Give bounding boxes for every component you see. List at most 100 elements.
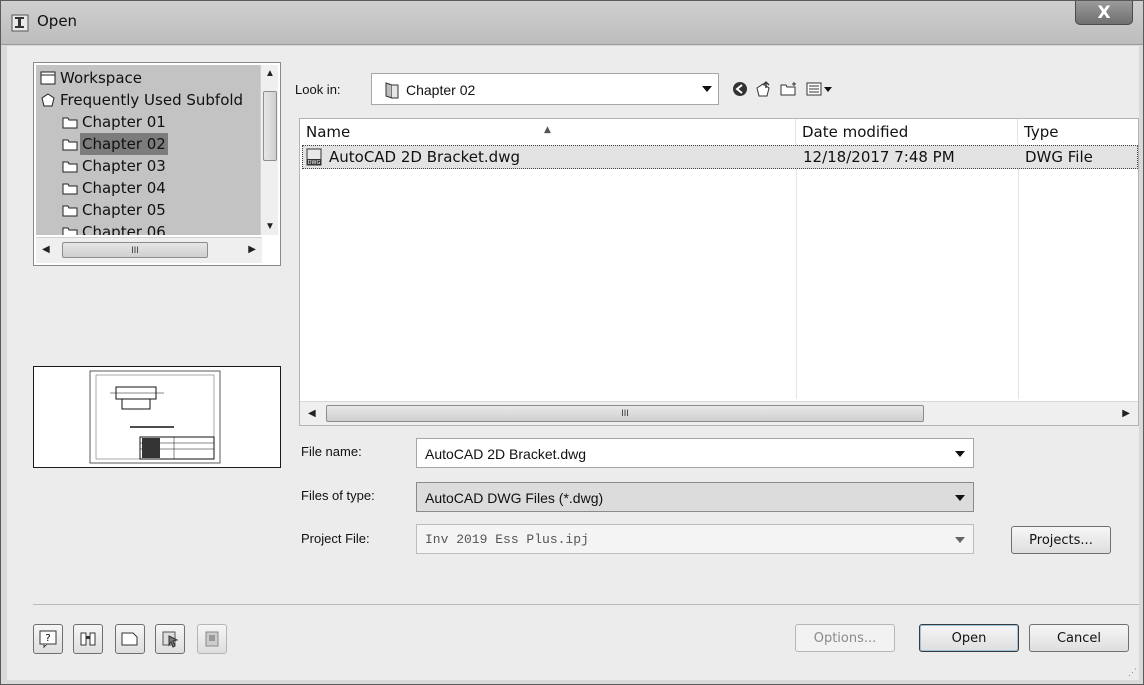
tree-item-label: Chapter 05	[82, 201, 166, 219]
tree-item-label: Workspace	[60, 69, 142, 87]
column-divider	[796, 143, 797, 399]
look-in-value: Chapter 02	[406, 82, 476, 98]
chevron-down-icon	[955, 495, 965, 501]
inventor-app-icon	[11, 14, 29, 32]
drawing-thumbnail	[89, 370, 221, 464]
tree-item-label: Chapter 02	[80, 133, 168, 155]
tree-item-label: Chapter 04	[82, 179, 166, 197]
folder-tree: Workspace Frequently Used Subfold Chapte…	[36, 65, 262, 235]
preview-toggle-icon	[121, 632, 138, 646]
folder-icon	[62, 183, 78, 195]
back-button[interactable]	[731, 80, 749, 98]
tree-item-workspace[interactable]: Workspace	[40, 67, 142, 89]
scroll-left-icon[interactable]: ◀	[308, 408, 316, 419]
scroll-down-icon[interactable]: ▼	[265, 221, 275, 232]
up-folder-icon	[756, 81, 770, 97]
column-header-type[interactable]: Type	[1018, 119, 1138, 143]
dwg-file-icon: DWG	[306, 148, 322, 166]
tree-vertical-scrollbar[interactable]: ▲ ▼	[260, 65, 278, 235]
folder-icon	[62, 139, 78, 151]
open-button[interactable]: Open	[919, 624, 1019, 652]
chevron-down-icon	[955, 537, 965, 543]
project-file-label: Project File:	[301, 531, 370, 546]
help-icon: ?	[39, 630, 57, 648]
files-of-type-label: Files of type:	[301, 488, 375, 503]
drawing-preview	[33, 366, 281, 468]
view-menu-button[interactable]	[805, 80, 835, 98]
tree-item-label: Chapter 03	[82, 157, 166, 175]
scroll-up-icon[interactable]: ▲	[265, 68, 275, 79]
tree-item-chapter-06[interactable]: Chapter 06	[62, 221, 166, 235]
locate-icon	[162, 631, 179, 648]
window-title: Open	[37, 12, 78, 30]
chevron-down-icon	[702, 86, 712, 92]
tree-item-chapter-01[interactable]: Chapter 01	[62, 111, 166, 133]
help-button[interactable]: ?	[33, 624, 63, 654]
file-list[interactable]: Name ▲ Date modified Type DWG AutoCAD 2D…	[299, 118, 1139, 426]
tree-item-chapter-05[interactable]: Chapter 05	[62, 199, 166, 221]
export-button	[197, 624, 227, 654]
project-file-dropdown: Inv 2019 Ess Plus.ipj	[416, 524, 974, 554]
file-date-cell: 12/18/2017 7:48 PM	[803, 148, 955, 166]
tree-item-chapter-04[interactable]: Chapter 04	[62, 177, 166, 199]
tree-item-label: Chapter 01	[82, 113, 166, 131]
column-header-label: Date modified	[802, 123, 909, 141]
file-list-horizontal-scrollbar[interactable]: ◀ III ▶	[300, 401, 1138, 425]
new-folder-icon	[780, 82, 796, 96]
file-row[interactable]: DWG AutoCAD 2D Bracket.dwg 12/18/2017 7:…	[302, 145, 1138, 169]
look-in-dropdown[interactable]: Chapter 02	[371, 73, 719, 105]
tree-item-label: Chapter 06	[82, 223, 166, 235]
column-header-label: Name	[306, 123, 351, 141]
folder-tree-panel: Workspace Frequently Used Subfold Chapte…	[33, 62, 281, 266]
close-button[interactable]: X	[1075, 1, 1133, 25]
column-header-date[interactable]: Date modified	[796, 119, 1018, 143]
tree-vscroll-thumb[interactable]	[263, 91, 277, 161]
locate-button[interactable]	[155, 624, 185, 654]
workspace-icon	[40, 71, 56, 85]
file-list-hscroll-thumb[interactable]: III	[326, 405, 924, 422]
scroll-left-icon[interactable]: ◀	[42, 244, 50, 255]
sort-ascending-icon: ▲	[544, 125, 551, 135]
options-button: Options...	[795, 624, 895, 652]
cancel-button[interactable]: Cancel	[1029, 624, 1129, 652]
file-name-value: AutoCAD 2D Bracket.dwg	[425, 446, 587, 462]
tree-item-chapter-02[interactable]: Chapter 02	[62, 133, 168, 155]
files-of-type-value: AutoCAD DWG Files (*.dwg)	[425, 490, 604, 506]
file-name-cell: AutoCAD 2D Bracket.dwg	[329, 148, 520, 166]
tree-item-frequently-used[interactable]: Frequently Used Subfold	[40, 89, 243, 111]
find-icon	[80, 632, 96, 646]
projects-button[interactable]: Projects...	[1011, 526, 1111, 554]
column-divider	[1018, 143, 1019, 399]
scroll-right-icon[interactable]: ▶	[248, 244, 256, 255]
look-in-label: Look in:	[295, 82, 341, 97]
file-name-combobox[interactable]: AutoCAD 2D Bracket.dwg	[416, 438, 974, 468]
tree-item-chapter-03[interactable]: Chapter 03	[62, 155, 166, 177]
chevron-down-icon[interactable]	[955, 451, 965, 457]
column-header-label: Type	[1024, 123, 1059, 141]
column-header-name[interactable]: Name ▲	[300, 119, 796, 143]
file-name-label: File name:	[301, 444, 362, 459]
folder-icon	[62, 117, 78, 129]
export-icon	[205, 631, 219, 647]
project-file-value: Inv 2019 Ess Plus.ipj	[425, 532, 589, 547]
view-menu-icon	[806, 82, 832, 96]
open-dialog: Open X Workspace Frequently Used Subfold…	[0, 0, 1144, 685]
svg-text:?: ?	[45, 633, 50, 644]
resize-grip-icon[interactable]: ⋰	[1128, 667, 1137, 678]
tree-horizontal-scrollbar[interactable]: ◀ III ▶	[36, 237, 262, 263]
dialog-body: Workspace Frequently Used Subfold Chapte…	[7, 46, 1139, 680]
tree-hscroll-thumb[interactable]: III	[62, 242, 208, 258]
folder-icon	[62, 227, 78, 235]
footer-separator	[33, 604, 1139, 605]
title-bar[interactable]: Open X	[1, 1, 1143, 45]
folder-icon	[385, 82, 399, 99]
up-one-level-button[interactable]	[753, 80, 773, 98]
files-of-type-dropdown[interactable]: AutoCAD DWG Files (*.dwg)	[416, 482, 974, 512]
tree-item-label: Frequently Used Subfold	[60, 91, 244, 109]
new-folder-button[interactable]	[779, 80, 799, 98]
scroll-right-icon[interactable]: ▶	[1122, 408, 1130, 419]
file-type-cell: DWG File	[1025, 148, 1093, 166]
find-button[interactable]	[73, 624, 103, 654]
preview-toggle-button[interactable]	[115, 624, 145, 654]
folder-icon	[62, 205, 78, 217]
